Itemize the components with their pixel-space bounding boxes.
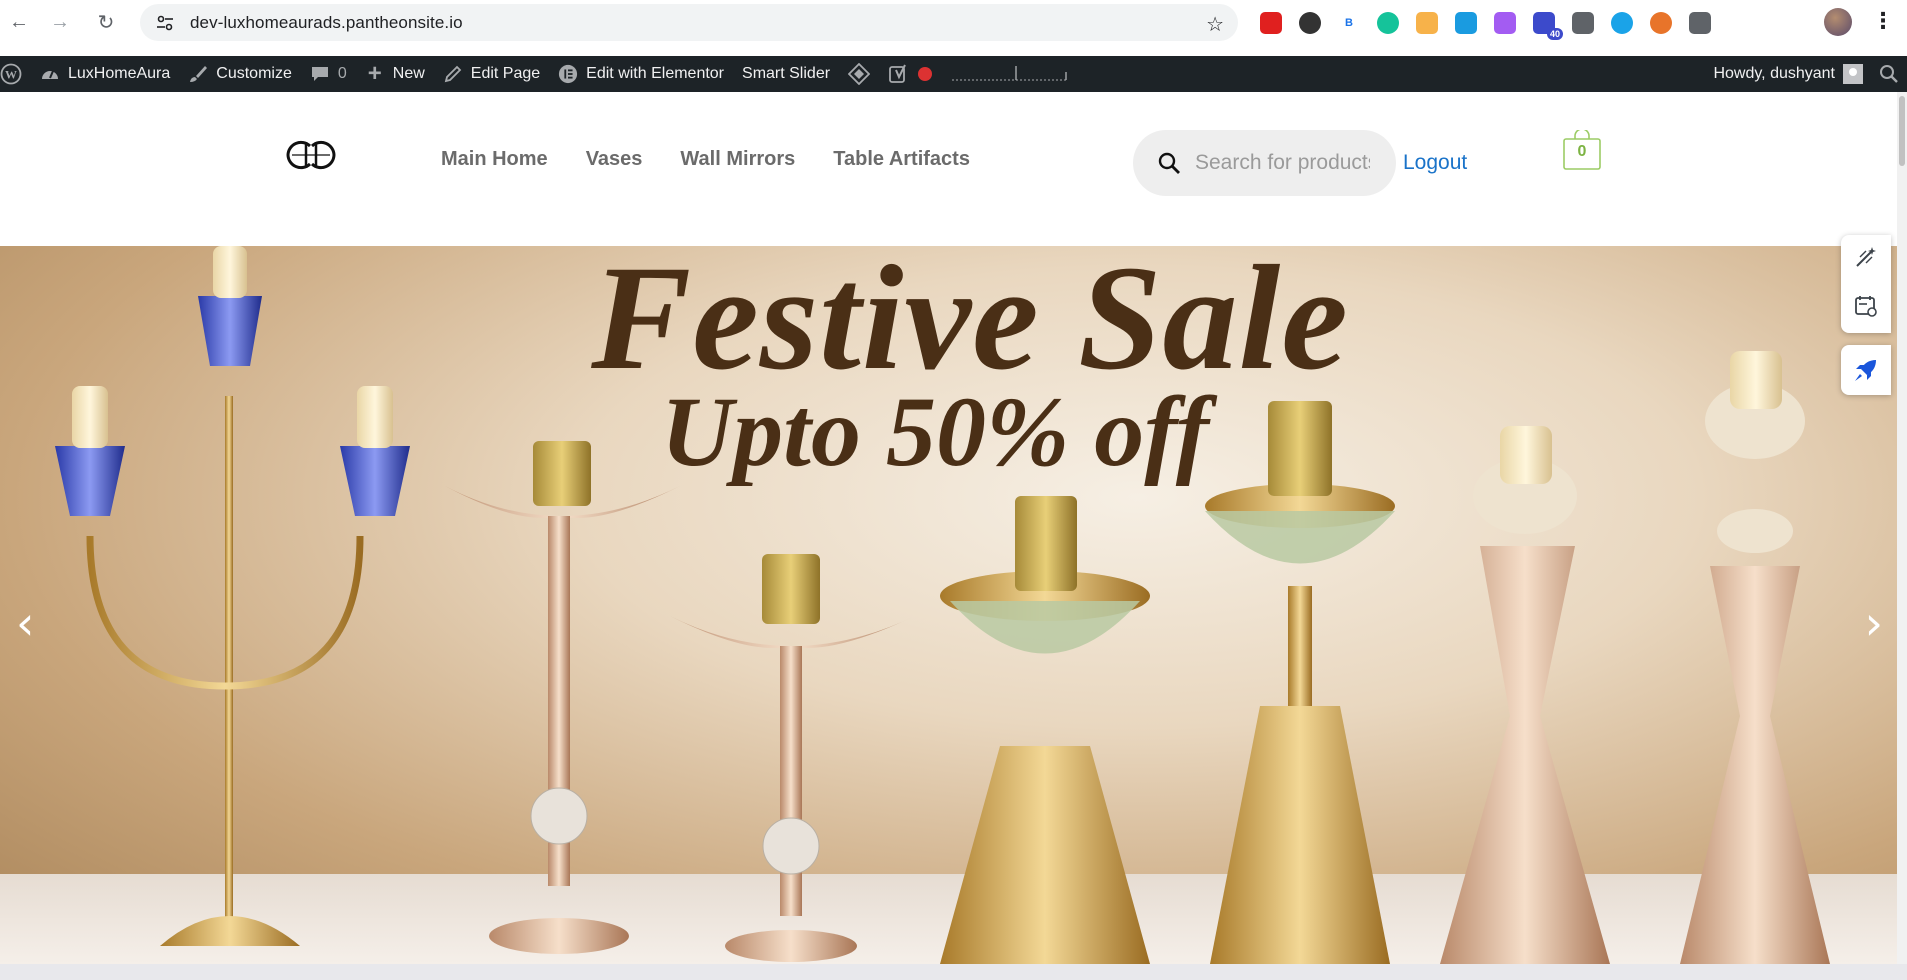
logout-link[interactable]: Logout [1403, 151, 1467, 175]
site-logo[interactable] [284, 138, 338, 172]
main-navigation: Main Home Vases Wall Mirrors Table Artif… [441, 148, 970, 171]
rocket-icon[interactable] [1841, 345, 1891, 395]
smart-slider-label: Smart Slider [742, 65, 831, 82]
pencil-icon [443, 64, 463, 84]
page-scrollbar[interactable] [1897, 92, 1907, 980]
grammarly-icon[interactable] [1377, 11, 1399, 34]
elementor-link[interactable]: Edit with Elementor [549, 56, 733, 92]
nav-vases[interactable]: Vases [586, 148, 643, 171]
dashboard-icon [40, 64, 60, 84]
site-name-label: LuxHomeAura [68, 65, 171, 82]
extension-badge: 40 [1546, 27, 1563, 40]
edit-page-link[interactable]: Edit Page [434, 56, 549, 92]
hero-slider: Festive Sale Upto 50% off ‹ › [0, 246, 1897, 964]
comments-link[interactable]: 0 [301, 56, 356, 92]
new-label: New [392, 65, 425, 82]
svg-text:W: W [5, 68, 17, 82]
slider-next-icon[interactable]: › [1865, 596, 1883, 650]
bookmark-star-icon[interactable]: ☆ [1206, 12, 1224, 37]
rose-holder-1 [445, 441, 680, 954]
target-icon[interactable] [1416, 11, 1438, 34]
elementor-icon [558, 64, 578, 84]
wordpress-logo-icon[interactable]: W [0, 56, 31, 92]
nav-main-home[interactable]: Main Home [441, 148, 548, 171]
reload-icon[interactable]: ↻ [91, 7, 121, 37]
site-header: Main Home Vases Wall Mirrors Table Artif… [0, 92, 1907, 246]
nav-table-artifacts[interactable]: Table Artifacts [833, 148, 970, 171]
site-settings-icon[interactable] [154, 12, 176, 34]
tabs-icon[interactable] [1572, 11, 1594, 34]
elementor-label: Edit with Elementor [586, 65, 725, 82]
forward-icon[interactable]: → [45, 7, 75, 37]
browser-toolbar: ← → ↻ dev-luxhomeaurads.pantheonsite.io … [0, 0, 1907, 45]
nav-wall-mirrors[interactable]: Wall Mirrors [680, 148, 795, 171]
new-content-link[interactable]: + New [356, 56, 434, 92]
customize-link[interactable]: Customize [179, 56, 301, 92]
brush-icon [188, 64, 208, 84]
download-icon[interactable] [1611, 11, 1633, 34]
comments-count: 0 [337, 65, 347, 82]
customize-label: Customize [216, 65, 292, 82]
fox-icon[interactable] [1650, 11, 1672, 34]
cart-count: 0 [1577, 143, 1587, 160]
back-icon[interactable]: ← [4, 7, 34, 37]
puzzle-icon[interactable] [1689, 11, 1711, 34]
hero-subtitle: Upto 50% off [660, 376, 1210, 487]
magic-wand-icon[interactable] [1854, 245, 1878, 274]
extensions-bar: B 40 [1260, 9, 1711, 40]
taskbar-strip [0, 964, 1907, 980]
diamond-plugin-icon[interactable] [839, 56, 879, 92]
user-avatar[interactable] [1843, 64, 1863, 84]
query-monitor-graph[interactable] [941, 56, 1079, 92]
brush-icon[interactable] [1494, 11, 1516, 34]
seo-status-dot [918, 67, 933, 81]
edit-page-label: Edit Page [470, 65, 541, 82]
site-name-link[interactable]: LuxHomeAura [31, 56, 179, 92]
admin-search-icon[interactable] [1879, 64, 1899, 84]
product-search[interactable] [1133, 130, 1396, 196]
opera-icon[interactable] [1260, 11, 1282, 34]
smart-slider-link[interactable]: Smart Slider [733, 56, 839, 92]
howdy-label: Howdy, dushyant [1713, 65, 1835, 82]
floating-toolbar [1841, 235, 1891, 333]
slider-prev-icon[interactable]: ‹ [16, 596, 34, 650]
b-icon[interactable]: B [1338, 12, 1360, 34]
yoast-icon[interactable] [879, 56, 941, 92]
comment-icon [310, 64, 330, 84]
plus-icon: + [367, 60, 382, 87]
address-bar[interactable]: dev-luxhomeaurads.pantheonsite.io ☆ [140, 4, 1238, 41]
url-text[interactable]: dev-luxhomeaurads.pantheonsite.io [190, 13, 463, 33]
wp-admin-bar: W LuxHomeAura Customize 0 + New Edit Pag… [0, 56, 1907, 92]
hourglass-holder-1 [1440, 426, 1610, 964]
cap-icon[interactable] [1455, 11, 1477, 34]
menu-kebab-icon[interactable]: ⋮ [1872, 8, 1894, 34]
admin-bar-right: Howdy, dushyant [1704, 56, 1907, 92]
rose-holder-2 [670, 554, 915, 962]
gold-cone-1 [940, 496, 1150, 964]
profile-avatar[interactable] [1824, 8, 1852, 36]
search-icon[interactable] [1157, 151, 1181, 175]
calendar-settings-icon[interactable] [1854, 294, 1878, 323]
scrollbar-thumb[interactable] [1899, 96, 1905, 166]
search-input[interactable] [1195, 151, 1370, 175]
school-icon[interactable]: 40 [1533, 11, 1563, 40]
my-account-link[interactable]: Howdy, dushyant [1704, 56, 1835, 92]
circles-icon[interactable] [1299, 11, 1321, 34]
